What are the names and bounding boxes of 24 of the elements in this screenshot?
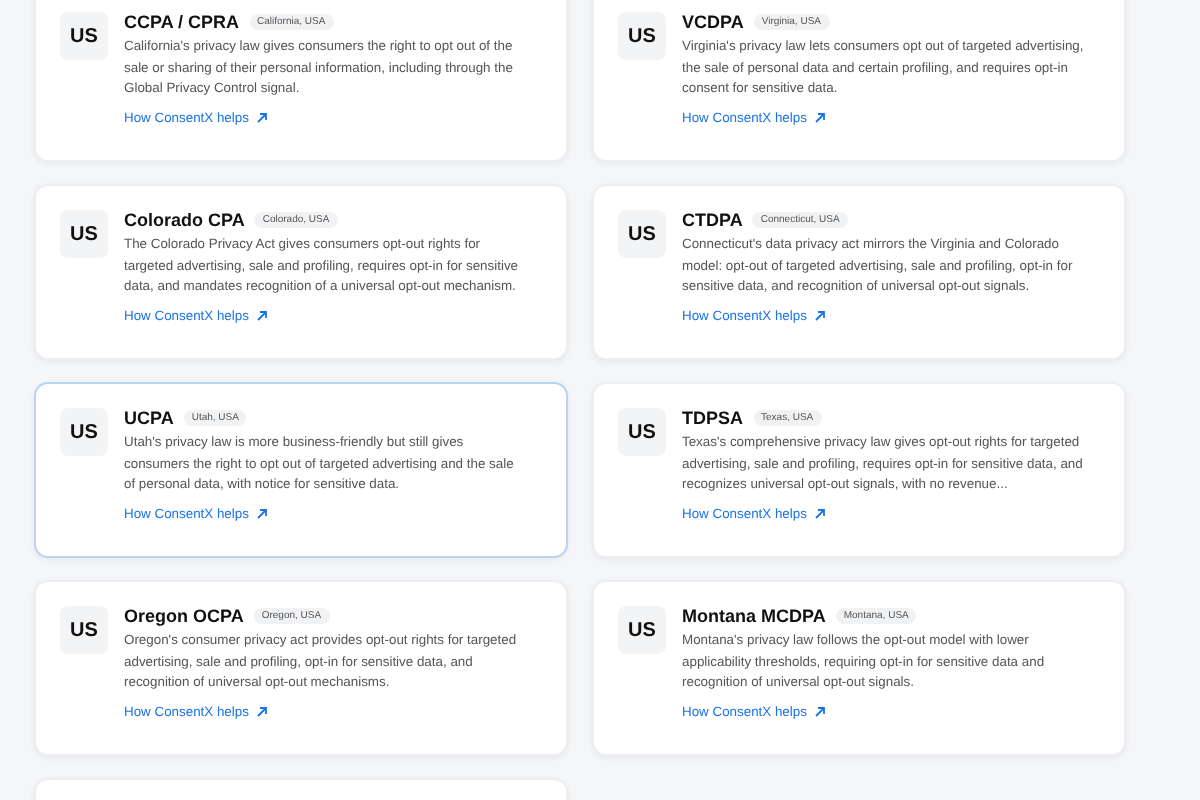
country-code-badge: US [60,408,108,456]
external-arrow-icon [256,508,269,521]
law-title: TDPSA [682,408,744,428]
external-arrow-icon [256,112,269,125]
law-title: CCPA / CPRA [124,12,240,32]
law-title: Oregon OCPA [124,606,244,626]
external-arrow-icon [256,706,269,719]
country-code-badge: US [60,606,108,654]
country-code-badge: US [618,12,666,60]
law-title: Montana MCDPA [682,606,826,626]
external-arrow-icon [814,112,827,125]
external-arrow-icon [814,508,827,521]
country-code-badge: US [618,210,666,258]
country-code-badge: US [60,210,108,258]
external-arrow-icon [814,706,827,719]
law-title: VCDPA [682,12,744,32]
law-title: UCPA [124,408,174,428]
law-title: CTDPA [682,210,743,230]
external-arrow-icon [256,310,269,323]
law-title: Colorado CPA [124,210,245,230]
country-code-badge: US [618,606,666,654]
external-arrow-icon [814,310,827,323]
country-code-badge: US [60,12,108,60]
country-code-badge: US [618,408,666,456]
